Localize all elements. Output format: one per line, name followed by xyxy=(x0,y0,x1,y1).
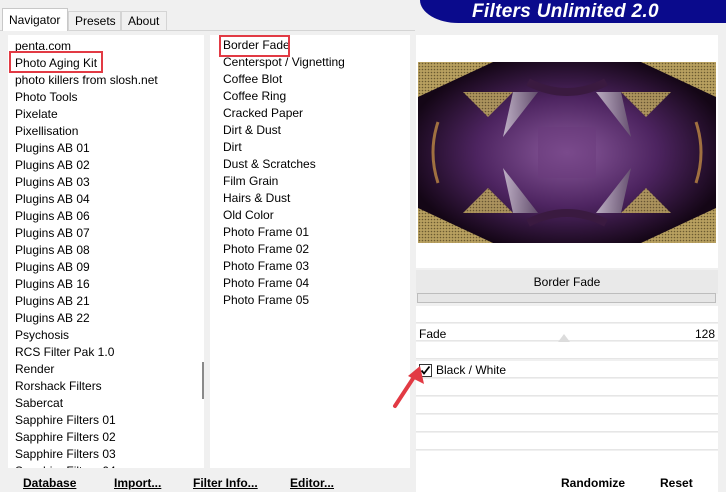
filters-item[interactable]: Photo Frame 05 xyxy=(223,292,309,309)
filters-item[interactable]: Photo Frame 02 xyxy=(223,241,309,258)
param-row-blank xyxy=(416,415,718,432)
categories-item[interactable]: photo killers from slosh.net xyxy=(15,72,158,89)
filters-item[interactable]: Dirt & Dust xyxy=(223,122,281,139)
categories-item[interactable]: Psychosis xyxy=(15,327,69,344)
fade-slider-marker[interactable] xyxy=(558,334,570,342)
param-row-blank xyxy=(416,397,718,414)
category-highlight-box xyxy=(9,51,103,73)
param-row-blank xyxy=(416,306,718,323)
tab-about-label: About xyxy=(128,14,160,28)
categories-item[interactable]: Plugins AB 01 xyxy=(15,140,90,157)
filters-item[interactable]: Cracked Paper xyxy=(223,105,303,122)
param-row-blank xyxy=(416,342,718,359)
categories-item[interactable]: Rorshack Filters xyxy=(15,378,102,395)
reset-button-label: Reset xyxy=(660,476,693,490)
import-button[interactable]: Import... xyxy=(114,476,161,490)
categories-item[interactable]: Plugins AB 21 xyxy=(15,293,90,310)
annotation-arrow-icon xyxy=(393,366,424,408)
fade-value: 128 xyxy=(694,327,715,341)
categories-item[interactable]: Plugins AB 09 xyxy=(15,259,90,276)
category-list[interactable]: penta.com Photo Aging Kit photo killers fr… xyxy=(8,35,204,468)
categories-item[interactable]: Photo Tools xyxy=(15,89,78,106)
filters-item[interactable]: Dirt xyxy=(223,139,242,156)
param-row-blank xyxy=(416,379,718,396)
tab-navigator[interactable]: Navigator xyxy=(2,8,68,31)
filters-item[interactable]: Coffee Blot xyxy=(223,71,282,88)
fade-label: Fade xyxy=(419,327,447,341)
filters-item[interactable]: Film Grain xyxy=(223,173,278,190)
banner-title: Filters Unlimited 2.0 xyxy=(472,1,659,22)
categories-item[interactable]: Pixelate xyxy=(15,106,58,123)
tab-about[interactable]: About xyxy=(121,11,167,30)
categories-item[interactable]: Sapphire Filters 01 xyxy=(15,412,116,429)
import-button-label: Import... xyxy=(114,476,162,490)
categories-item[interactable]: Render xyxy=(15,361,54,378)
categories-item[interactable]: Sapphire Filters 02 xyxy=(15,429,116,446)
categories-item[interactable]: RCS Filter Pak 1.0 xyxy=(15,344,114,361)
filters-item[interactable]: Photo Frame 03 xyxy=(223,258,309,275)
category-scrollbar-thumb[interactable] xyxy=(202,362,204,399)
tab-navigator-label: Navigator xyxy=(9,13,61,27)
categories-item[interactable]: Plugins AB 08 xyxy=(15,242,90,259)
filters-item[interactable]: Photo Frame 04 xyxy=(223,275,309,292)
reset-button[interactable]: Reset xyxy=(660,476,693,490)
editor-button[interactable]: Editor... xyxy=(290,476,334,490)
preview-filter-name: Border Fade xyxy=(533,275,601,289)
randomize-button-label: Randomize xyxy=(561,476,626,490)
categories-item[interactable]: Plugins AB 03 xyxy=(15,174,90,191)
filters-item[interactable]: Photo Frame 01 xyxy=(223,224,309,241)
param-row-blank xyxy=(416,433,718,450)
categories-item[interactable]: Plugins AB 07 xyxy=(15,225,90,242)
filter-list[interactable]: Border Fade Centerspot / Vignetting Coffee… xyxy=(210,35,410,468)
tab-bar: Navigator Presets About xyxy=(0,0,420,31)
categories-item[interactable]: Plugins AB 22 xyxy=(15,310,90,327)
preview-image xyxy=(418,62,716,243)
database-button[interactable]: Database xyxy=(23,476,76,490)
database-button-label: Database xyxy=(23,476,77,490)
tab-presets-label: Presets xyxy=(75,14,116,28)
filters-item[interactable]: Old Color xyxy=(223,207,274,224)
categories-item[interactable]: Plugins AB 04 xyxy=(15,191,90,208)
categories-item[interactable]: Sapphire Filters 03 xyxy=(15,446,116,463)
categories-item[interactable]: Plugins AB 16 xyxy=(15,276,90,293)
categories-item[interactable]: Pixellisation xyxy=(15,123,78,140)
editor-button-label: Editor... xyxy=(290,476,335,490)
filters-item[interactable]: Dust & Scratches xyxy=(223,156,316,173)
filter-highlight-box xyxy=(219,35,290,57)
categories-item[interactable]: Plugins AB 06 xyxy=(15,208,90,225)
bw-label: Black / White xyxy=(436,363,507,377)
filters-item[interactable]: Coffee Ring xyxy=(223,88,286,105)
filter-info-button[interactable]: Filter Info... xyxy=(193,476,258,490)
filter-info-button-label: Filter Info... xyxy=(193,476,258,490)
randomize-button[interactable]: Randomize xyxy=(561,476,625,490)
tab-presets[interactable]: Presets xyxy=(68,11,121,30)
categories-item[interactable]: Sabercat xyxy=(15,395,63,412)
filters-item[interactable]: Hairs & Dust xyxy=(223,190,290,207)
categories-item[interactable]: Plugins AB 02 xyxy=(15,157,90,174)
progress-bar xyxy=(417,293,716,303)
